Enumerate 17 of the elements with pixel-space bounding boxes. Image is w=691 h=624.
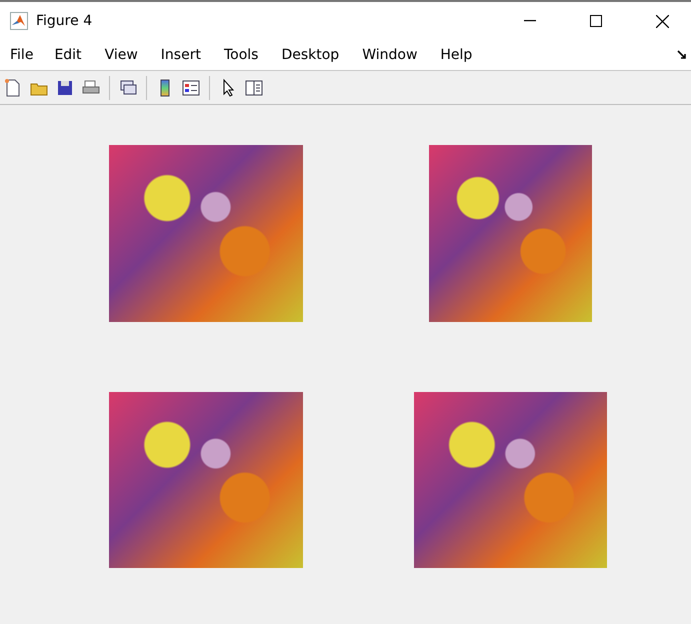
close-icon[interactable] [656,14,668,28]
minimize-icon[interactable] [524,20,536,22]
window-title: Figure 4 [36,13,94,29]
legend-icon[interactable] [181,78,201,98]
maximize-icon[interactable] [590,15,602,27]
menu-item[interactable]: Insert [160,47,210,63]
menu-item[interactable]: View [104,47,147,63]
app-logo-icon [10,12,28,30]
linked-windows-icon[interactable] [118,78,138,98]
menu-item[interactable]: Edit [54,47,91,63]
menu-item[interactable]: Window [362,47,426,63]
menu-item[interactable]: Tools [224,47,268,63]
menu-item[interactable]: Help [440,47,482,63]
dock-arrow-icon[interactable] [677,50,687,60]
menu-item[interactable]: Desktop [281,47,348,63]
panel-icon[interactable] [244,78,264,98]
menu-item[interactable]: File [10,47,42,63]
